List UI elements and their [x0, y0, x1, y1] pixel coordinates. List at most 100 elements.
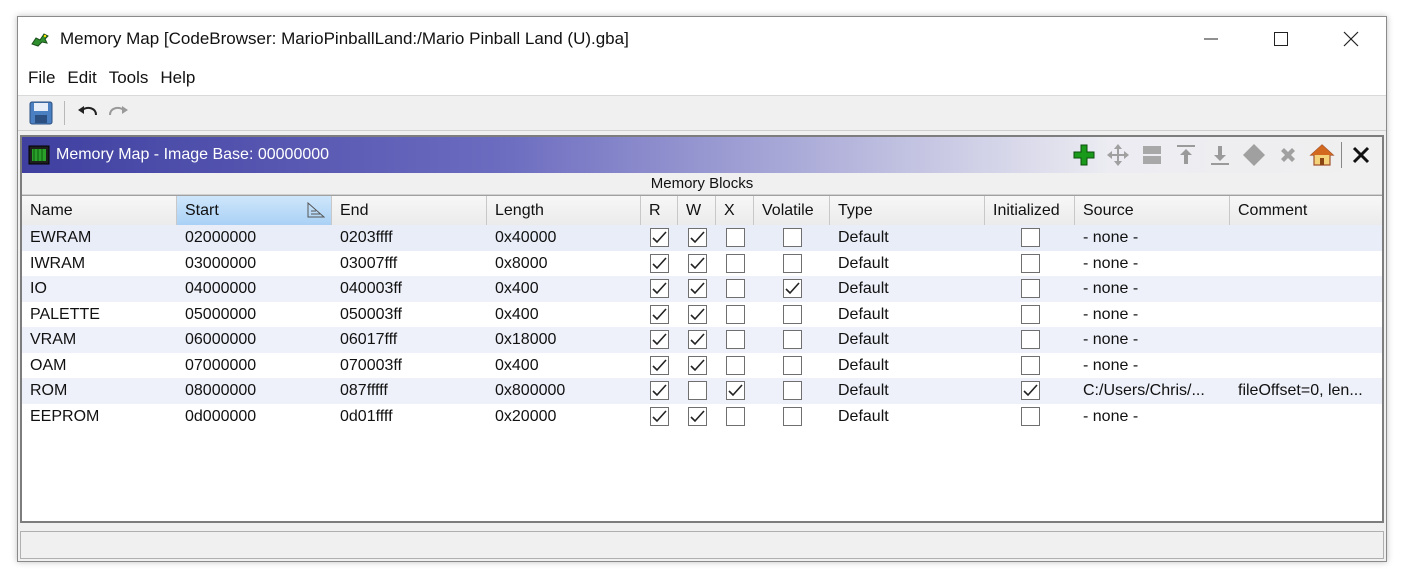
column-label: Length [495, 202, 544, 219]
column-header-w[interactable]: W [678, 196, 716, 225]
w-checkbox[interactable] [687, 304, 707, 324]
r-checkbox[interactable] [650, 253, 669, 273]
column-header-x[interactable]: X [716, 196, 754, 225]
table-row[interactable]: IWRAM 03000000 03007fff 0x8000 Default - none… [22, 251, 1382, 277]
maximize-button[interactable] [1246, 17, 1316, 61]
delete-block-button[interactable] [1271, 138, 1305, 172]
menu-edit[interactable]: Edit [61, 68, 102, 88]
toolbar-separator [64, 101, 65, 125]
table-row[interactable]: EEPROM 0d000000 0d01ffff 0x20000 Default - no… [22, 404, 1382, 430]
cell-volatile [754, 353, 830, 379]
column-header-name[interactable]: Name [22, 196, 177, 225]
volatile-checkbox[interactable] [782, 381, 802, 401]
column-header-start[interactable]: Start [177, 196, 332, 225]
delete-icon [1281, 148, 1295, 162]
initialized-checkbox[interactable] [1020, 330, 1040, 350]
r-checkbox[interactable] [650, 330, 669, 350]
x-checkbox[interactable] [725, 355, 745, 375]
menu-help[interactable]: Help [154, 68, 201, 88]
cell-type: Default [838, 356, 889, 374]
memory-map-panel: Memory Map - Image Base: 00000000 Memory… [20, 135, 1384, 523]
close-window-button[interactable] [1316, 17, 1386, 61]
x-checkbox[interactable] [725, 228, 745, 248]
undo-button[interactable] [73, 98, 103, 128]
menu-tools[interactable]: Tools [103, 68, 155, 88]
volatile-checkbox[interactable] [782, 406, 802, 426]
r-checkbox[interactable] [650, 381, 669, 401]
r-checkbox[interactable] [650, 279, 669, 299]
redo-button[interactable] [103, 98, 133, 128]
volatile-checkbox[interactable] [782, 355, 802, 375]
expand-down-button[interactable] [1203, 138, 1237, 172]
minimize-button[interactable] [1176, 17, 1246, 61]
column-header-source[interactable]: Source [1075, 196, 1230, 225]
set-image-base-button[interactable] [1305, 138, 1339, 172]
x-checkbox[interactable] [725, 406, 745, 426]
r-checkbox[interactable] [650, 304, 669, 324]
volatile-checkbox[interactable] [782, 279, 802, 299]
initialized-checkbox[interactable] [1020, 304, 1040, 324]
x-checkbox[interactable] [725, 330, 745, 350]
w-checkbox[interactable] [687, 330, 707, 350]
expand-up-button[interactable] [1169, 138, 1203, 172]
cell-comment [1230, 404, 1382, 430]
column-label: R [649, 202, 661, 219]
column-header-initialized[interactable]: Initialized [985, 196, 1075, 225]
initialized-checkbox[interactable] [1020, 253, 1040, 273]
initialized-checkbox[interactable] [1020, 228, 1040, 248]
column-label: Name [30, 202, 73, 219]
column-header-comment[interactable]: Comment [1230, 196, 1382, 225]
table-row[interactable]: PALETTE 05000000 050003ff 0x400 Default - non… [22, 302, 1382, 328]
w-checkbox[interactable] [687, 253, 707, 273]
volatile-checkbox[interactable] [782, 228, 802, 248]
cell-start: 0d000000 [185, 407, 257, 425]
table-row[interactable]: IO 04000000 040003ff 0x400 Default - none - [22, 276, 1382, 302]
volatile-checkbox[interactable] [782, 330, 802, 350]
menu-bar: File Edit Tools Help [18, 61, 1386, 95]
w-checkbox[interactable] [687, 355, 707, 375]
initialized-checkbox[interactable] [1020, 406, 1040, 426]
column-label: Source [1083, 202, 1134, 219]
column-header-end[interactable]: End [332, 196, 487, 225]
cell-r [641, 225, 678, 251]
x-checkbox[interactable] [725, 304, 745, 324]
column-header-volatile[interactable]: Volatile [754, 196, 830, 225]
x-checkbox[interactable] [725, 381, 745, 401]
table-header: Name Start End Length R W X Volatile Typ… [22, 195, 1382, 225]
column-header-type[interactable]: Type [830, 196, 985, 225]
merge-blocks-button[interactable] [1237, 138, 1271, 172]
cell-initialized [985, 353, 1075, 379]
table-row[interactable]: VRAM 06000000 06017fff 0x18000 Default - none… [22, 327, 1382, 353]
expand-up-icon [1177, 145, 1195, 164]
split-block-button[interactable] [1135, 138, 1169, 172]
initialized-checkbox[interactable] [1020, 279, 1040, 299]
table-row[interactable]: ROM 08000000 087fffff 0x800000 Default C:/Use… [22, 378, 1382, 404]
initialized-checkbox[interactable] [1020, 381, 1040, 401]
w-checkbox[interactable] [687, 406, 707, 426]
table-row[interactable]: EWRAM 02000000 0203ffff 0x40000 Default - non… [22, 225, 1382, 251]
w-checkbox[interactable] [687, 228, 707, 248]
r-checkbox[interactable] [650, 355, 669, 375]
cell-end: 087fffff [340, 382, 388, 399]
column-header-length[interactable]: Length [487, 196, 641, 225]
save-button[interactable] [26, 98, 56, 128]
volatile-checkbox[interactable] [782, 304, 802, 324]
x-checkbox[interactable] [725, 279, 745, 299]
cell-initialized [985, 302, 1075, 328]
table-row[interactable]: OAM 07000000 070003ff 0x400 Default - none - [22, 353, 1382, 379]
cell-r [641, 251, 678, 277]
move-block-button[interactable] [1101, 138, 1135, 172]
cell-start: 02000000 [185, 229, 257, 246]
x-checkbox[interactable] [725, 253, 745, 273]
w-checkbox[interactable] [687, 279, 707, 299]
volatile-checkbox[interactable] [782, 253, 802, 273]
column-header-r[interactable]: R [641, 196, 678, 225]
menu-file[interactable]: File [22, 68, 61, 88]
r-checkbox[interactable] [650, 406, 669, 426]
initialized-checkbox[interactable] [1020, 355, 1040, 375]
r-checkbox[interactable] [650, 228, 669, 248]
w-checkbox[interactable] [687, 381, 707, 401]
cell-start: 08000000 [185, 382, 257, 399]
close-panel-button[interactable] [1344, 138, 1378, 172]
add-block-button[interactable] [1067, 138, 1101, 172]
